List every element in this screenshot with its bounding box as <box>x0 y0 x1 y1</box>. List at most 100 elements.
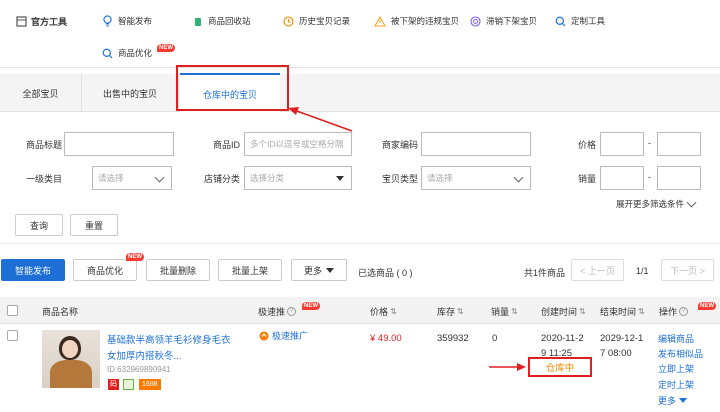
tools-title: 官方工具 <box>16 15 67 28</box>
tools-icon <box>16 16 27 27</box>
product-price: ¥ 49.00 <box>370 333 402 344</box>
op-more[interactable]: 更多 <box>658 394 688 407</box>
shop-tag-icon <box>123 379 134 390</box>
optimize-button[interactable]: 商品优化 <box>73 259 137 281</box>
col-sales[interactable]: 销量 ⇅ <box>491 305 518 318</box>
col-name: 商品名称 <box>42 307 79 317</box>
tool-history[interactable]: 历史宝贝记录 <box>283 15 350 27</box>
price-max-input[interactable] <box>657 132 701 156</box>
chevron-down-icon <box>513 172 524 183</box>
sales-min-input[interactable] <box>600 166 644 190</box>
product-title-line1[interactable]: 基础款半高领羊毛衫修身毛衣 <box>107 332 231 346</box>
op-edit[interactable]: 编辑商品 <box>658 332 694 345</box>
table-row: 基础款半高领羊毛衫修身毛衣 女加厚内搭秋冬... ID:632969890941… <box>0 324 720 412</box>
title-input[interactable] <box>64 132 174 156</box>
select-all-checkbox[interactable] <box>7 305 18 316</box>
filter-id-label: 商品ID <box>212 140 240 150</box>
total-count: 共1件商品 <box>524 268 566 278</box>
batch-list-button[interactable]: 批量上架 <box>218 259 282 281</box>
new-badge: NEW <box>157 44 175 52</box>
status-highlight-box: 仓库中 <box>528 357 592 377</box>
sort-icon: ⇅ <box>390 307 397 316</box>
op-list-now[interactable]: 立即上架 <box>658 362 694 375</box>
filter-cat1-label: 一级类目 <box>25 174 62 184</box>
tool-slow-sellers[interactable]: 滞销下架宝贝 <box>470 15 537 27</box>
more-button[interactable]: 更多 <box>291 259 347 281</box>
filter-price-label: 价格 <box>577 140 596 150</box>
col-stock[interactable]: 库存 ⇅ <box>437 305 464 318</box>
code-input[interactable] <box>421 132 531 156</box>
id-input[interactable]: 多个ID以逗号或空格分隔 <box>244 132 352 156</box>
product-stock: 359932 <box>437 333 469 344</box>
swirl-icon <box>470 15 481 27</box>
price-range-sep: - <box>648 138 651 148</box>
col-created[interactable]: 创建时间 ⇅ <box>541 305 586 318</box>
sales-max-input[interactable] <box>657 166 701 190</box>
tool-violations[interactable]: 被下架的违规宝贝 <box>374 15 459 27</box>
triangle-down-icon <box>679 398 688 403</box>
tab-all[interactable]: 全部宝贝 <box>0 74 82 112</box>
status-badge: 仓库中 <box>545 363 575 374</box>
tag-red: 码 <box>108 379 119 390</box>
search-icon <box>555 16 566 26</box>
help-icon[interactable]: ? <box>679 307 689 316</box>
warning-icon <box>374 15 386 27</box>
shopcat-select[interactable]: 选择分类 <box>244 166 352 190</box>
type-select[interactable]: 请选择 <box>421 166 531 190</box>
clock-icon <box>283 15 294 27</box>
product-title-line2[interactable]: 女加厚内搭秋冬... <box>107 348 181 362</box>
trash-icon <box>195 17 201 26</box>
triangle-down-icon <box>336 176 344 181</box>
tab-on-sale[interactable]: 出售中的宝贝 <box>82 74 179 112</box>
page-indicator: 1/1 <box>636 266 649 276</box>
sort-icon: ⇅ <box>511 307 518 316</box>
tab-arrow <box>288 107 353 132</box>
expand-filters-link[interactable]: 展开更多筛选条件 <box>616 197 697 210</box>
product-sales: 0 <box>492 333 498 344</box>
tag-1688: 1688 <box>139 379 161 390</box>
tool-recycle-bin[interactable]: 商品回收站 <box>193 15 251 27</box>
status-arrow <box>489 363 526 371</box>
reset-button[interactable]: 重置 <box>70 214 118 236</box>
selected-count: 已选商品 ( 0 ) <box>358 268 413 278</box>
new-badge: NEW <box>302 302 320 310</box>
col-ops: 操作 ? <box>659 305 689 318</box>
bulb-icon <box>103 15 112 27</box>
tool-optimize[interactable]: 商品优化 <box>102 47 152 59</box>
help-icon[interactable]: ? <box>287 307 297 316</box>
triangle-down-icon <box>326 267 334 273</box>
ends-line2: 7 08:00 <box>600 348 632 359</box>
filter-sales-label: 销量 <box>577 174 596 184</box>
op-scheduled-list[interactable]: 定时上架 <box>658 378 694 391</box>
smart-publish-button[interactable]: 智能发布 <box>1 259 65 281</box>
promo-icon <box>259 331 269 340</box>
batch-delete-button[interactable]: 批量删除 <box>146 259 210 281</box>
col-ends[interactable]: 结束时间 ⇅ <box>600 305 645 318</box>
tool-smart-publish[interactable]: 智能发布 <box>102 15 152 27</box>
created-line1: 2020-11-2 <box>541 333 584 344</box>
col-promo: 极速推 ? <box>258 305 297 318</box>
row-checkbox[interactable] <box>7 330 18 341</box>
product-id: ID:632969890941 <box>107 365 171 374</box>
price-min-input[interactable] <box>600 132 644 156</box>
query-button[interactable]: 查询 <box>15 214 63 236</box>
next-page-button[interactable]: 下一页 > <box>661 259 714 281</box>
search-icon <box>102 48 113 58</box>
tabs-bar: 全部宝贝 出售中的宝贝 仓库中的宝贝 <box>0 73 720 113</box>
ends-line1: 2029-12-1 <box>600 333 644 344</box>
tab-highlight-box <box>176 65 289 111</box>
sort-icon: ⇅ <box>457 307 464 316</box>
new-badge: NEW <box>126 253 144 261</box>
product-thumbnail[interactable] <box>42 330 100 388</box>
op-publish-similar[interactable]: 发布相似品 <box>658 347 703 360</box>
col-price[interactable]: 价格 ⇅ <box>370 305 397 318</box>
new-badge: NEW <box>698 302 716 310</box>
tool-custom[interactable]: 定制工具 <box>555 15 605 27</box>
cat1-select[interactable]: 请选择 <box>92 166 172 190</box>
sort-icon: ⇅ <box>579 307 586 316</box>
filter-title-label: 商品标题 <box>25 140 62 150</box>
promo-link[interactable]: 极速推广 <box>259 329 308 342</box>
chevron-down-icon <box>154 172 165 183</box>
prev-page-button[interactable]: < 上一页 <box>571 259 624 281</box>
tools-panel: 官方工具 智能发布 商品回收站 历史宝贝记录 被下架的违规宝贝 滞销下架宝贝 定… <box>0 0 720 68</box>
